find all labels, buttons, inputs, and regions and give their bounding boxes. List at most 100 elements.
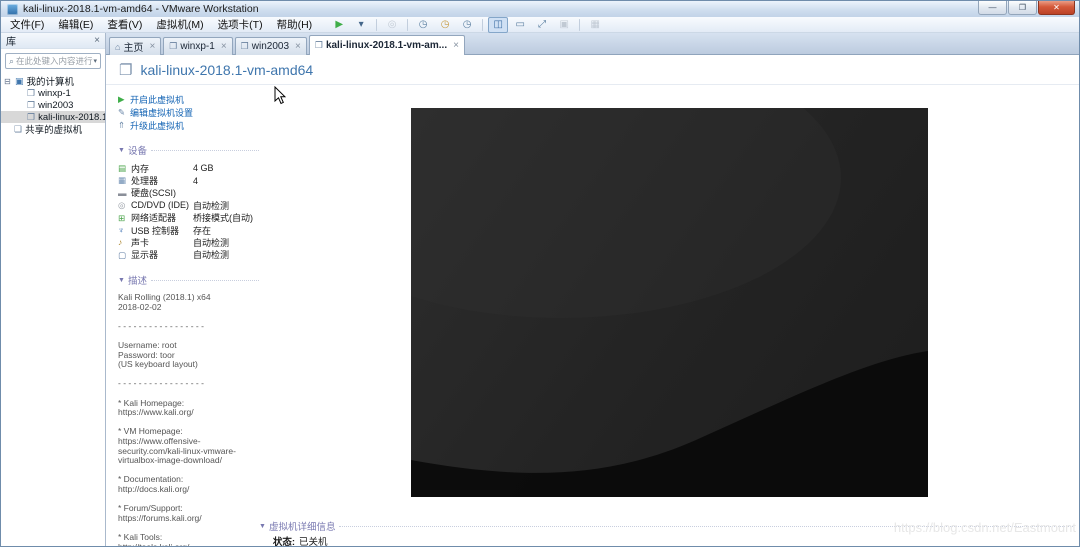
console-view-icon[interactable]: ▭: [510, 17, 530, 33]
tab-strip: ⌂ 主页 × ❐ winxp-1 × ❐ win2003 × ❐ kali-li…: [106, 33, 1079, 55]
power-on-link[interactable]: ▶ 开启此虚拟机: [118, 93, 259, 105]
device-name: CD/DVD (IDE): [131, 200, 189, 211]
description-section-header[interactable]: ▼ 描述: [118, 273, 259, 287]
minimize-button[interactable]: —: [978, 1, 1007, 15]
tree-children: ❐ winxp-1 ❐ win2003 ❐ kali-linux-2018.1-…: [1, 87, 105, 123]
tree-item-label: winxp-1: [38, 87, 71, 99]
vm-preview-column: ▼ 虚拟机详细信息 状态: 已关机: [259, 85, 1079, 546]
tab-home[interactable]: ⌂ 主页 ×: [109, 37, 162, 55]
device-row[interactable]: ♆ USB 控制器 存在: [118, 224, 259, 236]
library-title: 库: [6, 37, 16, 48]
fullscreen-icon[interactable]: ⤢: [532, 17, 552, 33]
detail-label: 状态:: [272, 536, 295, 546]
device-name: 内存: [131, 163, 150, 174]
memory-icon: ▤: [118, 162, 127, 173]
menu-item[interactable]: 帮助(H): [270, 17, 320, 32]
edit-settings-icon: ✎: [118, 106, 126, 117]
tree-item-winxp-1[interactable]: ❐ winxp-1: [1, 87, 105, 99]
vm-details-section: ▼ 虚拟机详细信息 状态: 已关机: [259, 519, 1079, 546]
device-row[interactable]: ♪ 声卡 自动检测: [118, 236, 259, 248]
device-value: 自动检测: [193, 200, 230, 211]
upgrade-vm-link[interactable]: ⇑ 升级此虚拟机: [118, 119, 259, 131]
tab-close-icon[interactable]: ×: [295, 41, 301, 52]
action-label: 升级此虚拟机: [130, 120, 185, 131]
snapshot-manager-icon[interactable]: ◷: [457, 17, 477, 33]
tab-icon: ❐: [314, 40, 323, 50]
device-row[interactable]: ▢ 显示器 自动检测: [118, 249, 259, 261]
tree-item-kali-linux[interactable]: ❐ kali-linux-2018.1-vm: [1, 111, 105, 123]
shared-vms-icon: ❏: [14, 123, 23, 134]
action-label: 编辑虚拟机设置: [130, 107, 194, 118]
close-button[interactable]: ✕: [1038, 1, 1075, 15]
library-close-icon[interactable]: ×: [94, 35, 100, 46]
vm-icon: ❐: [27, 99, 36, 110]
device-row[interactable]: ◎ CD/DVD (IDE) 自动检测: [118, 199, 259, 211]
device-name: USB 控制器: [131, 225, 180, 236]
tab-close-icon[interactable]: ×: [149, 41, 155, 52]
library-search-input[interactable]: ⌕ 在此处键入内容进行搜... ▾: [5, 53, 101, 69]
tree-item-win2003[interactable]: ❐ win2003: [1, 99, 105, 111]
power-dropdown-icon[interactable]: ▾: [351, 17, 371, 33]
tab-label: win2003: [251, 41, 290, 52]
processor-icon: ▦: [118, 175, 127, 186]
maximize-button[interactable]: ❐: [1008, 1, 1037, 15]
menu-item[interactable]: 选项卡(T): [211, 17, 270, 32]
tab-close-icon[interactable]: ×: [221, 41, 227, 52]
description-section-title: 描述: [127, 276, 147, 288]
vmware-workstation-window: kali-linux-2018.1-vm-amd64 - VMware Work…: [0, 0, 1080, 547]
toolbar-separator: [407, 18, 409, 31]
tab-close-icon[interactable]: ×: [453, 40, 459, 51]
vm-tab-content: ❐ kali-linux-2018.1-vm-amd64 ▶ 开启此虚拟机 ✎ …: [106, 55, 1079, 546]
description-line: - - - - - - - - - - - - - - - - -: [118, 378, 204, 389]
tree-item-label: kali-linux-2018.1-vm: [38, 111, 105, 123]
menu-item[interactable]: 文件(F): [3, 17, 51, 32]
tree-item-label: 我的计算机: [26, 77, 75, 87]
edit-settings-link[interactable]: ✎ 编辑虚拟机设置: [118, 106, 259, 118]
window-controls: — ❐ ✕: [977, 1, 1075, 17]
section-separator: [339, 525, 1073, 527]
network-adapter-icon: ⊞: [118, 212, 126, 223]
device-row[interactable]: ▦ 处理器 4: [118, 174, 259, 187]
device-row[interactable]: ⊞ 网络适配器 桥接模式(自动): [118, 212, 259, 224]
description-line: (US keyboard layout): [118, 359, 198, 370]
library-toggle-icon[interactable]: ◫: [488, 16, 509, 33]
tree-item-shared-vms[interactable]: ❏ 共享的虚拟机: [1, 123, 105, 136]
take-snapshot-icon[interactable]: ◷: [413, 17, 433, 33]
menubar: 文件(F) 编辑(E) 查看(V) 虚拟机(M) 选项卡(T) 帮助(H) ▶ …: [1, 16, 1079, 33]
search-icon: ⌕: [9, 55, 15, 66]
revert-snapshot-icon[interactable]: ◷: [435, 17, 455, 33]
vm-screen-preview[interactable]: [410, 108, 928, 497]
device-row[interactable]: ▤ 内存 4 GB: [118, 162, 259, 174]
sound-card-icon: ♪: [118, 237, 123, 248]
collapse-arrow-icon: ▼: [118, 146, 125, 154]
menu-item[interactable]: 查看(V): [100, 17, 149, 32]
tab-kali-linux[interactable]: ❐ kali-linux-2018.1-vm-am... ×: [308, 35, 465, 55]
device-row[interactable]: ▬ 硬盘(SCSI): [118, 187, 259, 199]
menu-item[interactable]: 编辑(E): [51, 17, 100, 32]
device-value: 桥接模式(自动): [193, 213, 253, 224]
play-icon: ▶: [118, 93, 125, 104]
titlebar[interactable]: kali-linux-2018.1-vm-amd64 - VMware Work…: [1, 1, 1079, 17]
power-on-icon[interactable]: ▶: [329, 17, 349, 33]
search-dropdown-icon[interactable]: ▾: [93, 57, 97, 65]
vm-icon: ❐: [27, 111, 36, 122]
menu-item[interactable]: 虚拟机(M): [149, 17, 210, 32]
toolbar-separator: [579, 18, 581, 31]
usb-controller-icon: ♆: [118, 224, 125, 235]
collapse-arrow-icon: ▼: [259, 522, 266, 530]
tree-item-my-computer[interactable]: ⊟ ▣ 我的计算机: [1, 75, 105, 88]
expander-icon[interactable]: ⊟: [4, 77, 13, 86]
vm-details-rows: 状态: 已关机 快照: OpenVAS: [259, 535, 1073, 546]
vm-icon: ❐: [27, 87, 36, 98]
library-sidebar: 库 × ⌕ 在此处键入内容进行搜... ▾ ⊟ ▣ 我的计算机 ❐: [1, 33, 106, 546]
vm-details-section-header[interactable]: ▼ 虚拟机详细信息: [259, 519, 1073, 533]
description-line: http://docs.kali.org/: [118, 484, 190, 494]
tab-win2003[interactable]: ❐ win2003 ×: [234, 37, 307, 55]
unity-icon: ▣: [559, 18, 569, 30]
content-area: 库 × ⌕ 在此处键入内容进行搜... ▾ ⊟ ▣ 我的计算机 ❐: [1, 33, 1079, 546]
tab-winxp-1[interactable]: ❐ winxp-1 ×: [163, 37, 233, 55]
device-name: 网络适配器: [131, 213, 177, 224]
search-placeholder: 在此处键入内容进行搜...: [16, 56, 93, 66]
vm-actions: ▶ 开启此虚拟机 ✎ 编辑虚拟机设置 ⇑ 升级此虚拟机: [118, 93, 259, 131]
devices-section-header[interactable]: ▼ 设备: [118, 143, 259, 157]
